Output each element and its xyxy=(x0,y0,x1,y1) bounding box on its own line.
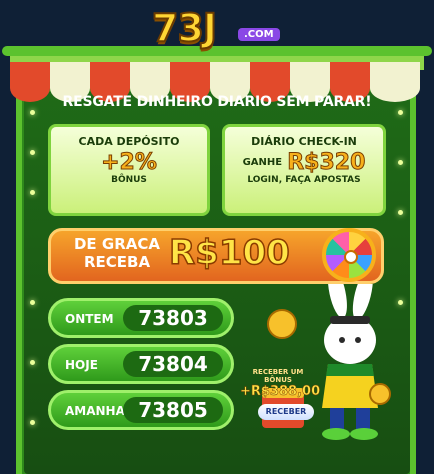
brand-logo: 73J .COM xyxy=(144,5,314,52)
bonus-amount: +R$388,00 xyxy=(240,384,321,400)
stat-value: 73803 xyxy=(123,305,223,331)
receive-button[interactable]: RECEBER xyxy=(258,404,314,420)
light-dot xyxy=(398,110,403,115)
deposit-subtitle: BÔNUS xyxy=(111,175,147,185)
light-dot xyxy=(30,190,35,195)
promo-line1: DE GRACA xyxy=(73,235,160,253)
light-dot xyxy=(30,360,35,365)
logo-number: 73J xyxy=(151,5,218,51)
light-dot xyxy=(398,210,403,215)
stat-label: ONTEM xyxy=(65,312,114,326)
light-dot xyxy=(30,300,35,305)
deposit-value: +2% xyxy=(101,150,158,176)
headline: RESGATE DINHEIRO DIARIO SEM PARAR! xyxy=(62,94,372,110)
rabbit-mascot-icon xyxy=(262,284,391,440)
promo-line2: RECEBA xyxy=(83,253,151,271)
light-dot xyxy=(30,420,35,425)
promo-amount: R$100 xyxy=(168,232,290,274)
stat-value: 73804 xyxy=(123,351,223,377)
deposit-card: CADA DEPÓSITO +2% BÔNUS xyxy=(48,124,210,216)
promo-text: DE GRACA RECEBA xyxy=(67,235,167,271)
bonus-label: RECEBER UM BÔNUS xyxy=(252,368,304,384)
checkin-card: DIÁRIO CHECK-IN GANHE R$320 LOGIN, FAÇA … xyxy=(222,124,386,216)
checkin-title: DIÁRIO CHECK-IN xyxy=(251,135,357,148)
bonus-badge: RECEBER UM BÔNUS +R$388,00 xyxy=(240,368,321,400)
stat-row-tomorrow: AMANHA 73805 xyxy=(48,390,234,430)
light-dot xyxy=(398,160,403,165)
light-dot xyxy=(30,110,35,115)
checkin-subtitle: LOGIN, FAÇA APOSTAS xyxy=(247,175,361,185)
stat-value: 73805 xyxy=(123,397,223,423)
light-dot xyxy=(30,150,35,155)
checkin-prefix: GANHE xyxy=(242,157,283,168)
stat-row-today: HOJE 73804 xyxy=(48,344,234,384)
stat-label: HOJE xyxy=(65,358,98,372)
checkin-value: R$320 xyxy=(287,150,366,176)
prize-wheel-icon xyxy=(322,228,376,282)
promo-banner: 73J .COM RESGATE DINHEIRO DIARIO SEM PAR… xyxy=(0,0,434,474)
logo-domain: .COM xyxy=(238,28,280,41)
stat-label: AMANHA xyxy=(65,404,125,418)
stat-row-yesterday: ONTEM 73803 xyxy=(48,298,234,338)
deposit-title: CADA DEPÓSITO xyxy=(78,135,180,148)
